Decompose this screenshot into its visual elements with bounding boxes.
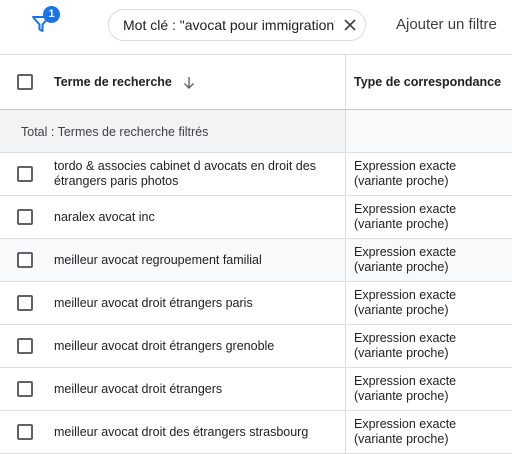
search-term-cell: meilleur avocat droit étrangers grenoble (54, 339, 275, 353)
row-checkbox[interactable] (17, 209, 33, 225)
row-checkbox[interactable] (17, 252, 33, 268)
table-row[interactable]: tordo & associes cabinet d avocats en dr… (0, 153, 512, 196)
column-divider (345, 239, 346, 281)
table-header-row: Terme de recherche Type de correspondanc… (0, 55, 512, 110)
search-term-cell: meilleur avocat droit étrangers (54, 382, 223, 396)
total-row: Total : Termes de recherche filtrés (0, 110, 512, 153)
table-row[interactable]: meilleur avocat droit étrangers Expressi… (0, 368, 512, 411)
search-term-cell: meilleur avocat droit des étrangers stra… (54, 425, 309, 439)
search-term-cell: meilleur avocat regroupement familial (54, 253, 262, 267)
column-divider (345, 110, 346, 152)
match-type-cell: Expression exacte (variante proche) (354, 159, 457, 188)
match-type-cell: Expression exacte (variante proche) (354, 288, 457, 317)
select-all-checkbox[interactable] (17, 74, 33, 90)
column-divider (345, 411, 346, 453)
match-type-cell: Expression exacte (variante proche) (354, 331, 457, 360)
column-divider (345, 153, 346, 195)
column-header-match-type[interactable]: Type de correspondance (354, 75, 504, 90)
match-type-cell: Expression exacte (variante proche) (354, 245, 457, 274)
row-checkbox[interactable] (17, 424, 33, 440)
column-divider (345, 325, 346, 367)
close-icon[interactable] (335, 10, 365, 40)
row-checkbox[interactable] (17, 295, 33, 311)
column-divider (345, 55, 346, 109)
add-filter-button[interactable]: Ajouter un filtre (396, 16, 497, 33)
match-type-cell: Expression exacte (variante proche) (354, 417, 457, 446)
keyword-filter-chip[interactable]: Mot clé : "avocat pour immigration" (108, 9, 366, 41)
total-row-label: Total : Termes de recherche filtrés (21, 125, 209, 139)
row-checkbox[interactable] (17, 338, 33, 354)
search-term-cell: tordo & associes cabinet d avocats en dr… (54, 159, 316, 188)
keyword-filter-chip-label: Mot clé : "avocat pour immigration" (123, 17, 335, 33)
table-row[interactable]: meilleur avocat regroupement familial Ex… (0, 239, 512, 282)
search-terms-table: Terme de recherche Type de correspondanc… (0, 55, 512, 454)
column-divider (345, 196, 346, 238)
filter-bar: 1 Mot clé : "avocat pour immigration" Aj… (0, 0, 512, 52)
search-term-cell: meilleur avocat droit étrangers paris (54, 296, 253, 310)
search-term-cell: naralex avocat inc (54, 210, 155, 224)
row-checkbox[interactable] (17, 381, 33, 397)
row-checkbox[interactable] (17, 166, 33, 182)
table-row[interactable]: meilleur avocat droit étrangers grenoble… (0, 325, 512, 368)
total-row-match-cell (346, 110, 512, 152)
arrow-down-icon[interactable] (182, 76, 196, 90)
match-type-cell: Expression exacte (variante proche) (354, 202, 457, 231)
match-type-cell: Expression exacte (variante proche) (354, 374, 457, 403)
table-row[interactable]: naralex avocat inc Expression exacte (va… (0, 196, 512, 239)
table-row[interactable]: meilleur avocat droit des étrangers stra… (0, 411, 512, 454)
filter-count-badge: 1 (43, 6, 60, 23)
column-header-term[interactable]: Terme de recherche (54, 75, 344, 90)
column-divider (345, 282, 346, 324)
table-row[interactable]: meilleur avocat droit étrangers paris Ex… (0, 282, 512, 325)
column-divider (345, 368, 346, 410)
column-header-term-label: Terme de recherche (54, 75, 172, 89)
